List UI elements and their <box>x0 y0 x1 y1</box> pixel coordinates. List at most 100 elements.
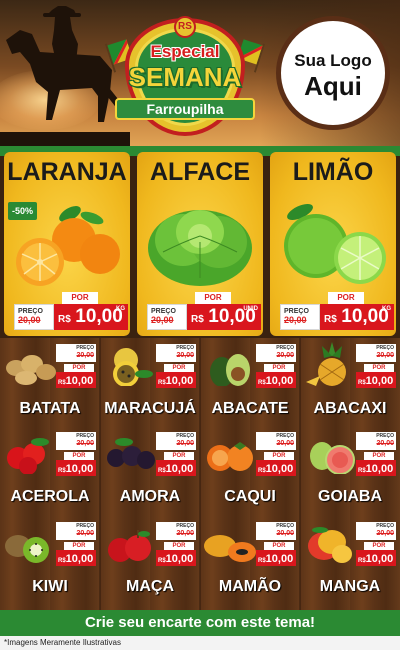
product-name: MAÇA <box>126 578 174 595</box>
product-name: ACEROLA <box>10 488 90 505</box>
preco-label: PREÇO <box>151 308 176 315</box>
product-name: BATATA <box>19 400 81 417</box>
currency-symbol: R$ <box>158 380 166 386</box>
badge-semana-text: SEMANA <box>128 62 242 92</box>
product-grid: PREÇO 20,00 POR R$10,00 BATATA PREÇO 20,00 POR R… <box>0 338 400 610</box>
badge-farroupilha-ribbon: Farroupilha <box>115 98 255 120</box>
product-cell[interactable]: PREÇO 20,00 POR R$10,00 ABACAXI <box>300 338 400 428</box>
featured-card[interactable]: ALFACE PREÇO 20,00 POR R$ 10,00 UNID <box>137 152 263 336</box>
old-price: 20,00 <box>376 530 394 537</box>
product-grid-board: PREÇO 20,00 POR R$10,00 BATATA PREÇO 20,00 POR R… <box>0 338 400 610</box>
currency-symbol: R$ <box>58 468 66 474</box>
price-value: 10,00 <box>365 375 394 387</box>
old-price: 20,00 <box>276 530 294 537</box>
preco-label: PREÇO <box>284 308 309 315</box>
product-name: MANGA <box>319 578 381 595</box>
price-unit: KG <box>382 306 391 312</box>
product-name: GOIABA <box>318 488 382 505</box>
price-tag: PREÇO 20,00 POR R$10,00 <box>56 432 96 482</box>
header-banner: RS Especial SEMANA Farroupilha Sua Logo … <box>0 0 400 148</box>
price-tag: PREÇO 20,00 POR R$10,00 <box>56 522 96 572</box>
product-cell[interactable]: PREÇO 20,00 POR R$10,00 MANGA <box>300 516 400 606</box>
old-price: 20,00 <box>276 352 294 359</box>
price-value: 10,00 <box>65 375 94 387</box>
price-tag: PREÇO 20,00 POR R$10,00 <box>356 522 396 572</box>
currency-symbol: R$ <box>58 380 66 386</box>
product-cell[interactable]: PREÇO 20,00 POR R$10,00 MARACUJÁ <box>100 338 200 428</box>
por-label: POR <box>364 542 394 550</box>
price-unit: KG <box>116 306 125 312</box>
avocado-icon <box>210 354 250 386</box>
por-label: POR <box>164 542 194 550</box>
lime-icon <box>284 203 386 284</box>
product-name: AMORA <box>119 488 181 505</box>
por-label: POR <box>64 542 94 550</box>
price-value: 10,00 <box>65 553 94 565</box>
price-value: 10,00 <box>365 463 394 475</box>
por-label: POR <box>62 292 98 304</box>
product-cell[interactable]: PREÇO 20,00 POR R$10,00 ACEROLA <box>0 426 100 516</box>
price-tag: PREÇO 20,00 POR R$10,00 <box>56 344 96 394</box>
discount-badge: -50% <box>8 202 38 220</box>
product-cell[interactable]: PREÇO 20,00 POR R$10,00 BATATA <box>0 338 100 428</box>
price-tag: PREÇO 20,00 POR R$10,00 <box>256 432 296 482</box>
disclaimer-text: *Imagens Meramente Ilustrativas <box>0 636 400 650</box>
price-tag: PREÇO 20,00 POR R$10,00 <box>156 344 196 394</box>
logo-line2: Aqui <box>304 71 362 101</box>
old-price: 20,00 <box>76 440 94 447</box>
price-value: 10,00 <box>265 375 294 387</box>
persimmon-icon <box>207 442 253 471</box>
currency-symbol: R$ <box>258 468 266 474</box>
product-cell[interactable]: PREÇO 20,00 POR R$10,00 KIWI <box>0 516 100 606</box>
por-label: POR <box>64 452 94 460</box>
product-name: MARACUJÁ <box>104 400 196 417</box>
featured-name: LIMÃO <box>292 158 374 186</box>
currency-symbol: R$ <box>158 468 166 474</box>
product-cell[interactable]: PREÇO 20,00 POR R$10,00 MAÇA <box>100 516 200 606</box>
preco-label: PREÇO <box>18 308 43 315</box>
por-label: POR <box>195 292 231 304</box>
blackberry-icon <box>107 438 155 469</box>
old-price: 20,00 <box>376 352 394 359</box>
por-label: POR <box>164 452 194 460</box>
apple-icon <box>108 530 151 562</box>
cta-banner[interactable]: Crie seu encarte com este tema! <box>0 610 400 636</box>
currency-symbol: R$ <box>358 380 366 386</box>
product-cell[interactable]: PREÇO 20,00 POR R$10,00 MAMÃO <box>200 516 300 606</box>
por-label: POR <box>64 364 94 372</box>
product-cell[interactable]: PREÇO 20,00 POR R$10,00 CAQUI <box>200 426 300 516</box>
rs-emblem: RS <box>174 16 196 38</box>
por-label: POR <box>264 452 294 460</box>
featured-card[interactable]: LARANJA -50% PREÇO 20,00 POR R$ 10,00 KG <box>4 152 130 336</box>
semana-farroupilha-badge: RS Especial SEMANA Farroupilha <box>104 12 266 140</box>
old-price: 20,00 <box>176 530 194 537</box>
kiwi-icon <box>5 535 49 563</box>
old-price: 20,00 <box>376 440 394 447</box>
por-label: POR <box>328 292 364 304</box>
price-tag: PREÇO 20,00 POR R$ 10,00 KG <box>280 292 394 332</box>
logo-line1: Sua Logo <box>294 51 372 70</box>
logo-placeholder[interactable]: Sua Logo Aqui <box>276 16 390 130</box>
featured-name: LARANJA <box>7 158 127 186</box>
acerola-icon <box>7 438 49 474</box>
old-price: 20,00 <box>284 315 307 325</box>
currency-symbol: R$ <box>358 468 366 474</box>
old-price: 20,00 <box>151 315 174 325</box>
product-cell[interactable]: PREÇO 20,00 POR R$10,00 GOIABA <box>300 426 400 516</box>
price-value: 10,00 <box>365 553 394 565</box>
currency-symbol: R$ <box>58 314 71 325</box>
product-cell[interactable]: PREÇO 20,00 POR R$10,00 ABACATE <box>200 338 300 428</box>
product-name: KIWI <box>32 578 68 595</box>
price-tag: PREÇO 20,00 POR R$10,00 <box>356 432 396 482</box>
product-cell[interactable]: PREÇO 20,00 POR R$10,00 AMORA <box>100 426 200 516</box>
old-price: 20,00 <box>18 315 41 325</box>
old-price: 20,00 <box>76 352 94 359</box>
potato-icon <box>6 355 56 385</box>
currency-symbol: R$ <box>358 558 366 564</box>
por-label: POR <box>364 452 394 460</box>
featured-name: ALFACE <box>150 158 250 186</box>
price-value: 10,00 <box>165 375 194 387</box>
featured-card[interactable]: LIMÃO PREÇO 20,00 POR R$ 10,00 KG <box>270 152 396 336</box>
product-name: MAMÃO <box>218 578 282 595</box>
price-value: 10,00 <box>165 553 194 565</box>
